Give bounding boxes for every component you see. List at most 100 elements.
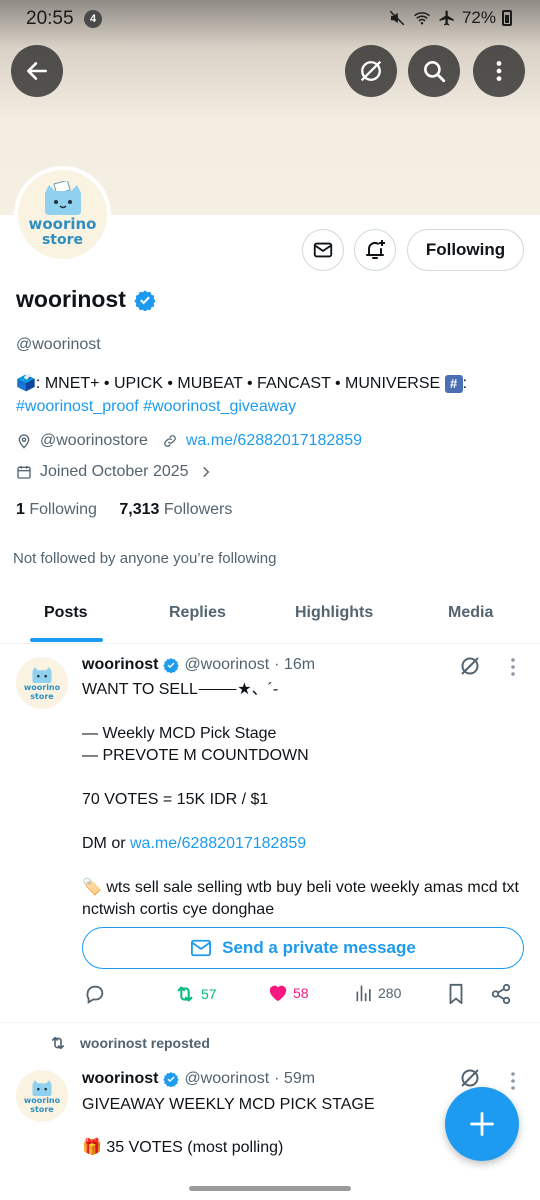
grok-icon[interactable] — [458, 654, 482, 678]
post-avatar[interactable]: woorino store — [16, 1070, 68, 1122]
post-text-line6: 🏷️ wts sell sale selling wtb buy beli vo… — [82, 877, 522, 921]
search-icon — [424, 61, 446, 83]
heart-icon — [269, 985, 287, 1002]
ballot-box-emoji-icon: 🗳️ — [16, 375, 36, 392]
compose-post-button[interactable] — [445, 1087, 519, 1161]
tab-posts[interactable]: Posts — [44, 604, 88, 622]
profile-bio: 🗳️: MNET+ • UPICK • MUBEAT • FANCAST • M… — [16, 372, 516, 418]
profile-tabs: Posts Replies Highlights Media — [0, 590, 540, 644]
verified-badge-icon — [163, 1072, 180, 1087]
status-time: 20:55 — [26, 8, 74, 29]
followers-count-link[interactable]: 7,313 Followers — [119, 501, 232, 518]
profile-handle: @woorinost — [16, 336, 101, 353]
post-author-name[interactable]: woorinost — [82, 1070, 158, 1088]
reply-icon — [86, 985, 104, 1004]
reply-button[interactable] — [84, 983, 106, 1005]
logo-text-line1: woorino — [28, 215, 97, 234]
post-text-dm: DM or — [82, 835, 130, 852]
envelope-icon — [191, 939, 212, 957]
status-icons: 72% — [388, 8, 512, 28]
share-button[interactable] — [490, 983, 512, 1005]
send-private-message-label: Send a private message — [222, 938, 416, 957]
post-author-name[interactable]: woorinost — [82, 656, 158, 674]
profile-joined-row[interactable]: Joined October 2025 — [16, 463, 213, 481]
bookmark-icon — [449, 983, 463, 1005]
plus-icon — [470, 1112, 494, 1136]
following-label: Following — [29, 501, 97, 518]
following-count-link[interactable]: 1 Following — [16, 501, 97, 518]
gesture-home-bar[interactable] — [189, 1186, 351, 1191]
back-button[interactable] — [11, 45, 63, 97]
post-author-handle: @woorinost — [184, 1070, 270, 1087]
verified-badge-icon — [163, 658, 180, 673]
airplane-mode-icon — [439, 10, 454, 26]
profile-joined: Joined October 2025 — [40, 463, 189, 480]
send-private-message-button[interactable]: Send a private message — [82, 927, 524, 969]
wifi-icon — [413, 12, 430, 25]
post-avatar[interactable]: woorino store — [16, 657, 68, 709]
not-followed-text: Not followed by anyone you’re following — [13, 550, 277, 567]
verified-badge-icon[interactable] — [134, 289, 156, 311]
repost-count: 57 — [201, 986, 217, 1002]
bookmark-button[interactable] — [446, 983, 466, 1005]
back-arrow-icon — [27, 62, 47, 80]
grok-icon — [360, 60, 382, 82]
notification-count-badge: 4 — [84, 10, 102, 28]
post-avatar-text2: store — [30, 691, 54, 701]
grok-button[interactable] — [345, 45, 397, 97]
active-tab-indicator — [30, 638, 103, 642]
tab-replies[interactable]: Replies — [169, 604, 226, 622]
battery-percent: 72% — [461, 8, 496, 27]
hash-emoji-icon: # — [444, 375, 463, 393]
views-chart-icon — [356, 985, 371, 1002]
post-more-icon[interactable] — [504, 656, 522, 678]
profile-meta-row: @woorinostore wa.me/62882017182859 — [16, 432, 362, 450]
share-icon — [491, 983, 511, 1005]
more-vertical-icon — [496, 61, 502, 81]
chevron-right-icon — [202, 466, 209, 478]
follow-counts: 1 Following 7,313 Followers — [16, 501, 232, 519]
tab-media[interactable]: Media — [448, 604, 493, 622]
repost-indicator: woorinost reposted — [48, 1034, 210, 1052]
profile-name-row: woorinost — [16, 286, 156, 313]
notifications-button[interactable] — [354, 229, 396, 271]
like-button[interactable]: 58 — [267, 983, 309, 1003]
link-icon — [163, 435, 176, 447]
bell-plus-icon — [366, 240, 385, 259]
search-button[interactable] — [408, 45, 460, 97]
mute-icon — [389, 10, 405, 26]
cat-ballot-logo-icon — [32, 667, 52, 684]
more-options-button[interactable] — [473, 45, 525, 97]
post-author-handle: @woorinost — [184, 656, 270, 673]
post-text-line2: — Weekly MCD Pick Stage — [82, 725, 277, 742]
bio-hashtags[interactable]: #woorinost_proof #woorinost_giveaway — [16, 398, 296, 415]
like-count: 58 — [293, 985, 309, 1001]
post-divider — [0, 1022, 540, 1023]
profile-avatar[interactable]: woorino store — [14, 166, 111, 263]
tab-highlights[interactable]: Highlights — [295, 604, 373, 622]
envelope-icon — [313, 242, 333, 258]
repost-label: woorinost reposted — [80, 1035, 210, 1051]
label-emoji-icon: 🏷️ — [82, 879, 102, 896]
calendar-icon — [17, 466, 31, 479]
profile-website-link[interactable]: wa.me/62882017182859 — [186, 432, 362, 450]
following-button[interactable]: Following — [407, 229, 524, 271]
views-button[interactable]: 280 — [354, 983, 401, 1003]
bio-text: : MNET+ • UPICK • MUBEAT • FANCAST • MUN… — [35, 375, 441, 392]
post-text-line5: DM or wa.me/62882017182859 — [82, 833, 522, 855]
followers-label: Followers — [163, 501, 233, 518]
profile-name: woorinost — [16, 286, 126, 312]
message-button[interactable] — [302, 229, 344, 271]
repost-button[interactable]: 57 — [173, 983, 217, 1005]
gift-emoji-icon: 🎁 — [82, 1139, 102, 1156]
post-action-bar: 57 58 280 — [0, 983, 540, 1009]
post-header: woorinost @woorinost · 59m — [82, 1070, 315, 1088]
location-pin-icon — [18, 434, 30, 449]
post-votes-text: 35 VOTES (most polling) — [106, 1139, 284, 1156]
post-whatsapp-link[interactable]: wa.me/62882017182859 — [130, 835, 306, 852]
post-more-icon[interactable] — [504, 1070, 522, 1092]
status-bar: 20:55 4 72% — [0, 0, 540, 36]
post-time: · 59m — [274, 1070, 316, 1087]
battery-icon — [502, 10, 512, 26]
following-count: 1 — [16, 501, 25, 518]
